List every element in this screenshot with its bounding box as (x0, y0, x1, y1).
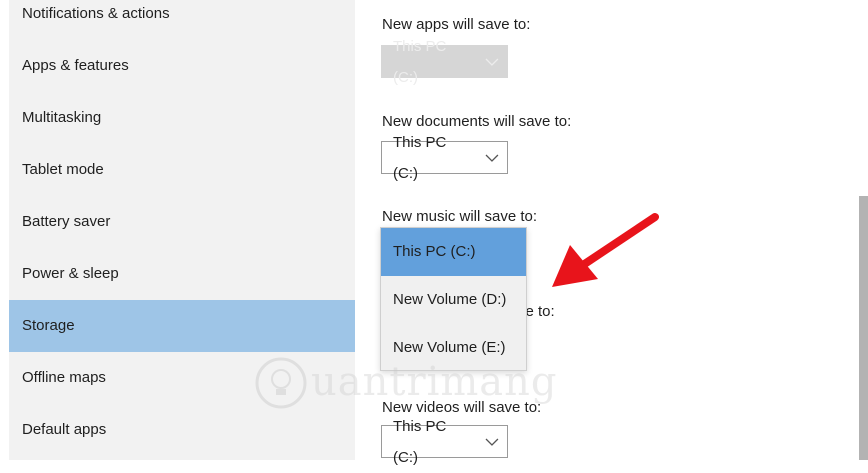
sidebar-item-label: Battery saver (22, 213, 111, 230)
sidebar-item-label: Storage (22, 317, 75, 334)
sidebar-item-multitasking[interactable]: Multitasking (9, 92, 355, 144)
dropdown-value: This PC (C:) (393, 37, 447, 86)
sidebar-item-storage[interactable]: Storage (9, 300, 355, 352)
sidebar-item-label: Offline maps (22, 369, 106, 386)
sidebar-item-battery-saver[interactable]: Battery saver (9, 196, 355, 248)
sidebar-item-label: Apps & features (22, 57, 129, 74)
sidebar-item-label: Default apps (22, 421, 107, 438)
sidebar-item-apps-features[interactable]: Apps & features (9, 40, 355, 92)
dropdown-option-volume-d[interactable]: New Volume (D:) (381, 276, 526, 324)
sidebar-item-power-sleep[interactable]: Power & sleep (9, 248, 355, 300)
sidebar-item-label: Tablet mode (22, 161, 104, 178)
settings-sidebar: Notifications & actions Apps & features … (9, 0, 355, 460)
apps-save-dropdown: This PC (C:) (381, 38, 508, 86)
dropdown-option-volume-e[interactable]: New Volume (E:) (381, 324, 526, 372)
chevron-down-icon (485, 154, 499, 162)
chevron-down-icon (485, 438, 499, 446)
sidebar-item-label: Notifications & actions (22, 5, 170, 22)
dropdown-value: This PC (C:) (393, 133, 447, 182)
sidebar-item-label: Power & sleep (22, 265, 119, 282)
music-dropdown-popup: This PC (C:) New Volume (D:) New Volume … (380, 227, 527, 371)
dropdown-option-this-pc[interactable]: This PC (C:) (381, 228, 526, 276)
music-save-label: New music will save to: (382, 208, 538, 225)
scrollbar-thumb[interactable] (859, 196, 868, 460)
sidebar-item-offline-maps[interactable]: Offline maps (9, 352, 355, 404)
sidebar-item-default-apps[interactable]: Default apps (9, 404, 355, 456)
documents-save-dropdown[interactable]: This PC (C:) (381, 134, 508, 182)
sidebar-item-notifications[interactable]: Notifications & actions (9, 0, 355, 40)
red-arrow-annotation (552, 213, 659, 287)
sidebar-item-tablet-mode[interactable]: Tablet mode (9, 144, 355, 196)
window-edge (0, 0, 9, 460)
dropdown-value: This PC (C:) (393, 417, 447, 466)
videos-save-dropdown[interactable]: This PC (C:) (381, 418, 508, 466)
chevron-down-icon (485, 58, 499, 66)
sidebar-item-label: Multitasking (22, 109, 102, 126)
